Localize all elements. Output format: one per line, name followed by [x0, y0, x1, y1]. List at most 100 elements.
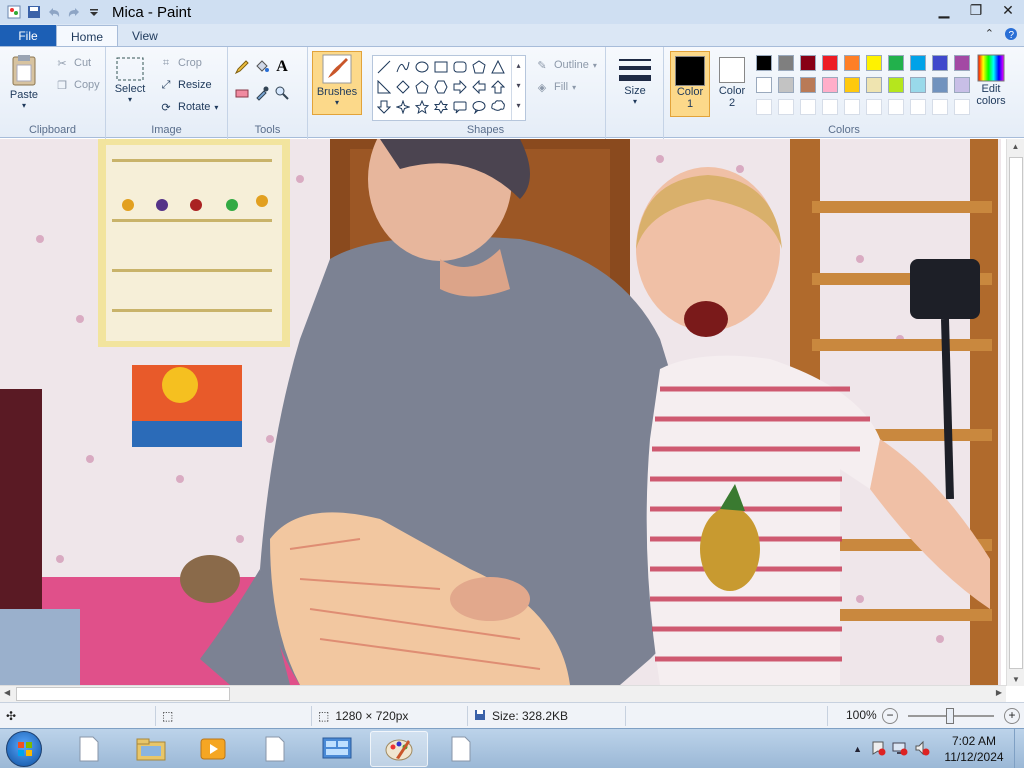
taskbar-document-3[interactable]	[432, 731, 490, 767]
vertical-scrollbar[interactable]: ▲ ▼	[1006, 139, 1024, 686]
palette-swatch[interactable]	[778, 77, 794, 93]
taskbar-control-panel[interactable]	[308, 731, 366, 767]
custom-color-slot[interactable]	[844, 99, 860, 115]
palette-swatch[interactable]	[800, 55, 816, 71]
rotate-button[interactable]: ⟳ Rotate ▾	[158, 99, 218, 115]
paste-button[interactable]: Paste ▾	[8, 53, 40, 110]
resize-button[interactable]: ⤢ Resize	[158, 77, 212, 93]
cut-button[interactable]: ✂ Cut	[54, 55, 91, 71]
palette-swatch[interactable]	[844, 55, 860, 71]
horizontal-scroll-thumb[interactable]	[16, 687, 230, 701]
palette-swatch[interactable]	[822, 55, 838, 71]
outline-dropdown[interactable]: ✎ Outline ▾	[534, 57, 596, 73]
fill-bucket-icon[interactable]	[254, 59, 270, 75]
zoom-out-button[interactable]: −	[882, 708, 898, 724]
brushes-button[interactable]: Brushes ▾	[312, 51, 362, 115]
custom-color-slot[interactable]	[866, 99, 882, 115]
five-point-star-shape-icon[interactable]	[413, 98, 431, 116]
palette-swatch[interactable]	[756, 55, 772, 71]
taskbar-file-explorer[interactable]	[122, 731, 180, 767]
scroll-up-arrow-icon[interactable]: ▲	[1007, 142, 1024, 151]
tab-home[interactable]: Home	[56, 25, 119, 47]
rectangle-shape-icon[interactable]	[432, 58, 450, 76]
custom-color-slot[interactable]	[778, 99, 794, 115]
custom-color-slot[interactable]	[954, 99, 970, 115]
palette-swatch[interactable]	[800, 77, 816, 93]
taskbar-document-2[interactable]	[246, 731, 304, 767]
palette-swatch[interactable]	[888, 55, 904, 71]
maximize-button[interactable]: ❐	[960, 0, 992, 20]
polygon-shape-icon[interactable]	[470, 58, 488, 76]
select-button[interactable]: Select ▾	[114, 55, 146, 104]
text-tool-icon[interactable]: A	[274, 58, 290, 75]
palette-swatch[interactable]	[910, 55, 926, 71]
color2-button[interactable]: Color 2	[712, 51, 752, 117]
show-hidden-icons-icon[interactable]: ▲	[853, 744, 862, 754]
help-icon[interactable]: ?	[1004, 27, 1018, 44]
network-icon[interactable]	[892, 740, 908, 759]
color-picker-icon[interactable]	[254, 85, 270, 101]
palette-swatch[interactable]	[932, 77, 948, 93]
zoom-slider-thumb[interactable]	[946, 708, 954, 724]
right-arrow-shape-icon[interactable]	[451, 78, 469, 96]
minimize-button[interactable]: ▁	[928, 0, 960, 20]
show-desktop-button[interactable]	[1014, 729, 1024, 768]
clock[interactable]: 7:02 AM 11/12/2024	[934, 733, 1014, 765]
line-shape-icon[interactable]	[375, 58, 393, 76]
action-center-icon[interactable]	[870, 740, 886, 759]
pentagon-shape-icon[interactable]	[413, 78, 431, 96]
eraser-icon[interactable]	[234, 85, 250, 101]
hexagon-shape-icon[interactable]	[432, 78, 450, 96]
horizontal-scrollbar[interactable]: ◀ ▶	[0, 685, 1006, 702]
four-point-star-shape-icon[interactable]	[394, 98, 412, 116]
magnifier-icon[interactable]	[274, 85, 290, 101]
minimize-ribbon-icon[interactable]: ⌃	[985, 27, 994, 44]
oval-shape-icon[interactable]	[413, 58, 431, 76]
tab-file[interactable]: File	[0, 25, 56, 47]
palette-swatch[interactable]	[778, 55, 794, 71]
edit-colors-button[interactable]: Edit colors	[976, 53, 1006, 107]
cloud-callout-shape-icon[interactable]	[489, 98, 507, 116]
color1-button[interactable]: Color 1	[670, 51, 710, 117]
custom-color-slot[interactable]	[800, 99, 816, 115]
curve-shape-icon[interactable]	[394, 58, 412, 76]
palette-swatch[interactable]	[822, 77, 838, 93]
taskbar-paint[interactable]	[370, 731, 428, 767]
triangle-shape-icon[interactable]	[489, 58, 507, 76]
palette-swatch[interactable]	[756, 77, 772, 93]
size-button[interactable]: Size ▾	[618, 55, 652, 106]
copy-button[interactable]: ❐ Copy	[54, 77, 100, 93]
start-button[interactable]	[6, 731, 42, 767]
shapes-scroll-buttons[interactable]: ▴ ▾ ▾	[511, 56, 525, 120]
palette-swatch[interactable]	[844, 77, 860, 93]
palette-swatch[interactable]	[954, 55, 970, 71]
custom-color-slot[interactable]	[932, 99, 948, 115]
custom-color-slot[interactable]	[822, 99, 838, 115]
drawing-canvas[interactable]	[0, 139, 1001, 685]
rounded-callout-shape-icon[interactable]	[451, 98, 469, 116]
palette-swatch[interactable]	[866, 77, 882, 93]
pencil-icon[interactable]	[234, 59, 250, 75]
save-icon[interactable]	[26, 4, 42, 20]
custom-color-slot[interactable]	[756, 99, 772, 115]
taskbar-media-player[interactable]	[184, 731, 242, 767]
volume-icon[interactable]	[914, 740, 930, 759]
left-arrow-shape-icon[interactable]	[470, 78, 488, 96]
undo-icon[interactable]	[46, 4, 62, 20]
vertical-scroll-thumb[interactable]	[1009, 157, 1023, 669]
six-point-star-shape-icon[interactable]	[432, 98, 450, 116]
palette-swatch[interactable]	[954, 77, 970, 93]
scroll-down-arrow-icon[interactable]: ▼	[1007, 675, 1024, 684]
custom-color-slot[interactable]	[910, 99, 926, 115]
close-button[interactable]: ✕	[992, 0, 1024, 20]
redo-icon[interactable]	[66, 4, 82, 20]
up-arrow-shape-icon[interactable]	[489, 78, 507, 96]
palette-swatch[interactable]	[932, 55, 948, 71]
oval-callout-shape-icon[interactable]	[470, 98, 488, 116]
crop-button[interactable]: ⌗ Crop	[158, 55, 202, 71]
zoom-in-button[interactable]: +	[1004, 708, 1020, 724]
scroll-left-arrow-icon[interactable]: ◀	[4, 688, 10, 697]
fill-dropdown[interactable]: ◈ Fill ▾	[534, 79, 576, 95]
palette-swatch[interactable]	[866, 55, 882, 71]
rounded-rectangle-shape-icon[interactable]	[451, 58, 469, 76]
